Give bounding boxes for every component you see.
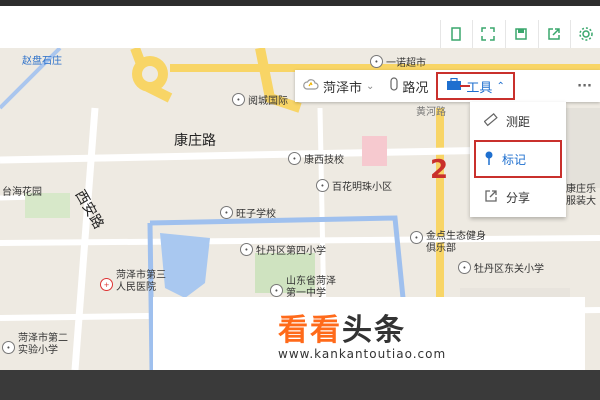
hospital-icon: + <box>100 278 113 291</box>
poi-yuecheng[interactable]: • 阅城国际 <box>232 92 288 107</box>
poi-mudan4[interactable]: • 牡丹区第四小学 <box>240 242 326 257</box>
poi-heze-school2[interactable]: • 菏泽市第二 实验小学 <box>2 333 68 357</box>
gear-icon[interactable] <box>570 20 600 48</box>
tools-button[interactable]: 工具 ⌃ <box>436 72 515 100</box>
bottom-dark-strip <box>0 370 600 400</box>
poi-mudandongguan[interactable]: • 牡丹区东关小学 <box>458 260 544 275</box>
traffic-light-icon <box>390 77 399 95</box>
poi-jindian[interactable]: • 金点生态健身俱乐部 <box>410 231 488 255</box>
tools-menu: 测距 标记 分享 <box>470 102 566 217</box>
ruler-icon <box>483 112 498 130</box>
traffic-button[interactable]: 路况 <box>382 70 436 102</box>
map-toolbar: 菏泽市 ⌄ 路况 工具 ⌃ ··· <box>295 70 600 102</box>
export-icon[interactable] <box>538 20 569 48</box>
place-taihaihuayuan: 台海花园 <box>2 187 42 198</box>
save-icon[interactable] <box>505 20 536 48</box>
step-number-annotation: 2 <box>430 155 449 185</box>
city-selector[interactable]: 菏泽市 ⌄ <box>295 70 382 102</box>
share-icon <box>484 189 498 206</box>
cloud-icon <box>303 78 319 94</box>
watermark-banner: 看看头条 www.kankantoutiao.com <box>153 297 585 370</box>
chevron-down-icon: ⌄ <box>366 80 375 92</box>
watermark-logo: 看看头条 <box>278 313 406 348</box>
poi-kangzhuangle[interactable]: 康庄乐 服装大 <box>566 184 596 208</box>
poi-icon: • <box>220 206 233 219</box>
toolbox-icon <box>446 77 462 94</box>
poi-icon: • <box>458 261 471 274</box>
poi-heze-hospital[interactable]: + 菏泽市第三 人民医院 <box>100 270 166 294</box>
poi-icon: • <box>232 93 245 106</box>
menu-item-share[interactable]: 分享 <box>470 178 566 216</box>
poi-icon: • <box>240 243 253 256</box>
more-button[interactable]: ··· <box>569 70 600 102</box>
road-huanghe: 黄河路 <box>416 107 446 118</box>
menu-item-measure[interactable]: 测距 <box>470 102 566 140</box>
poi-icon: • <box>270 284 283 297</box>
poi-yinuo[interactable]: • 一诺超市 <box>370 54 426 69</box>
poi-icon: • <box>410 231 423 244</box>
chevron-up-icon: ⌃ <box>496 80 505 92</box>
poi-icon: • <box>316 179 329 192</box>
place-zhaopanshizhuang: 赵盘石庄 <box>22 56 62 67</box>
poi-icon: • <box>370 55 383 68</box>
poi-kangxi[interactable]: • 康西技校 <box>288 151 344 166</box>
top-dark-strip <box>0 0 600 6</box>
pin-icon <box>484 151 494 168</box>
poi-icon: • <box>2 341 15 354</box>
screenshot-frame: 赵盘石庄 康庄路 西安路 台海花园 黄河路 • 一诺超市 • 阅城国际 • 康西技校 … <box>0 0 600 400</box>
watermark-url: www.kankantoutiao.com <box>278 347 447 361</box>
bookmark-icon[interactable] <box>440 20 471 48</box>
menu-item-mark[interactable]: 标记 <box>474 140 562 178</box>
more-icon: ··· <box>577 78 592 94</box>
fullscreen-icon[interactable] <box>472 20 503 48</box>
poi-icon: • <box>288 152 301 165</box>
road-kangzhuang: 康庄路 <box>174 133 216 149</box>
top-bar <box>0 0 600 48</box>
poi-baihua[interactable]: • 百花明珠小区 <box>316 178 392 193</box>
poi-wangzi[interactable]: • 旺子学校 <box>220 205 276 220</box>
